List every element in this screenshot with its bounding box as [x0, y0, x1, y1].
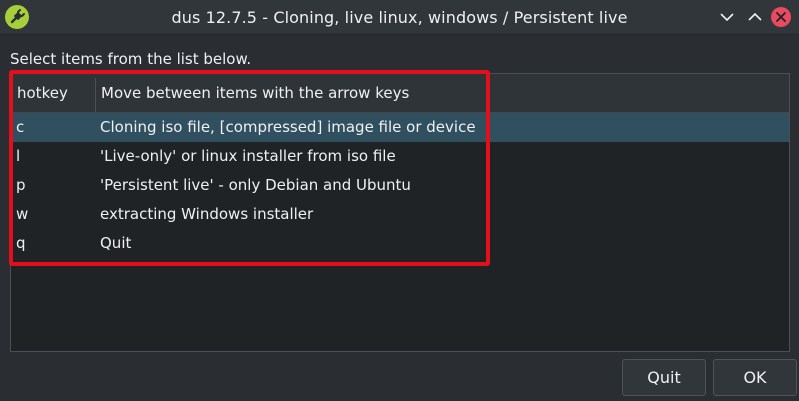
hotkey-cell: q	[16, 234, 26, 252]
chevron-down-icon	[720, 13, 734, 22]
window-title: dus 12.7.5 - Cloning, live linux, window…	[171, 8, 628, 27]
hotkey-cell: c	[16, 118, 25, 136]
items-list[interactable]: hotkey Move between items with the arrow…	[10, 73, 790, 352]
description-cell: 'Persistent live' - only Debian and Ubun…	[100, 176, 411, 194]
description-cell: Quit	[100, 234, 132, 252]
column-header-description[interactable]: Move between items with the arrow keys	[101, 74, 409, 112]
ok-button[interactable]: OK	[713, 359, 797, 396]
list-item-quit[interactable]: q Quit	[11, 229, 789, 258]
title-bar[interactable]: dus 12.7.5 - Cloning, live linux, window…	[0, 0, 799, 35]
hotkey-cell: p	[16, 176, 26, 194]
instruction-text: Select items from the list below.	[10, 50, 252, 68]
list-header: hotkey Move between items with the arrow…	[11, 74, 789, 113]
hotkey-cell: w	[16, 205, 29, 223]
hotkey-cell: l	[16, 147, 21, 165]
quit-button[interactable]: Quit	[622, 359, 706, 396]
maximize-button[interactable]	[745, 7, 765, 27]
description-cell: 'Live-only' or linux installer from iso …	[100, 147, 396, 165]
description-cell: extracting Windows installer	[100, 205, 314, 223]
description-cell: Cloning iso file, [compressed] image fil…	[100, 118, 476, 136]
list-item-windows[interactable]: w extracting Windows installer	[11, 200, 789, 229]
list-item-cloning[interactable]: c Cloning iso file, [compressed] image f…	[11, 113, 789, 142]
close-icon	[771, 7, 791, 27]
chevron-up-icon	[748, 12, 762, 21]
list-item-live-only[interactable]: l 'Live-only' or linux installer from is…	[11, 142, 789, 171]
close-button[interactable]	[771, 7, 791, 27]
list-item-persistent-live[interactable]: p 'Persistent live' - only Debian and Ub…	[11, 171, 789, 200]
minimize-button[interactable]	[717, 7, 737, 27]
column-header-hotkey[interactable]: hotkey	[17, 74, 68, 112]
column-divider[interactable]	[95, 78, 96, 112]
